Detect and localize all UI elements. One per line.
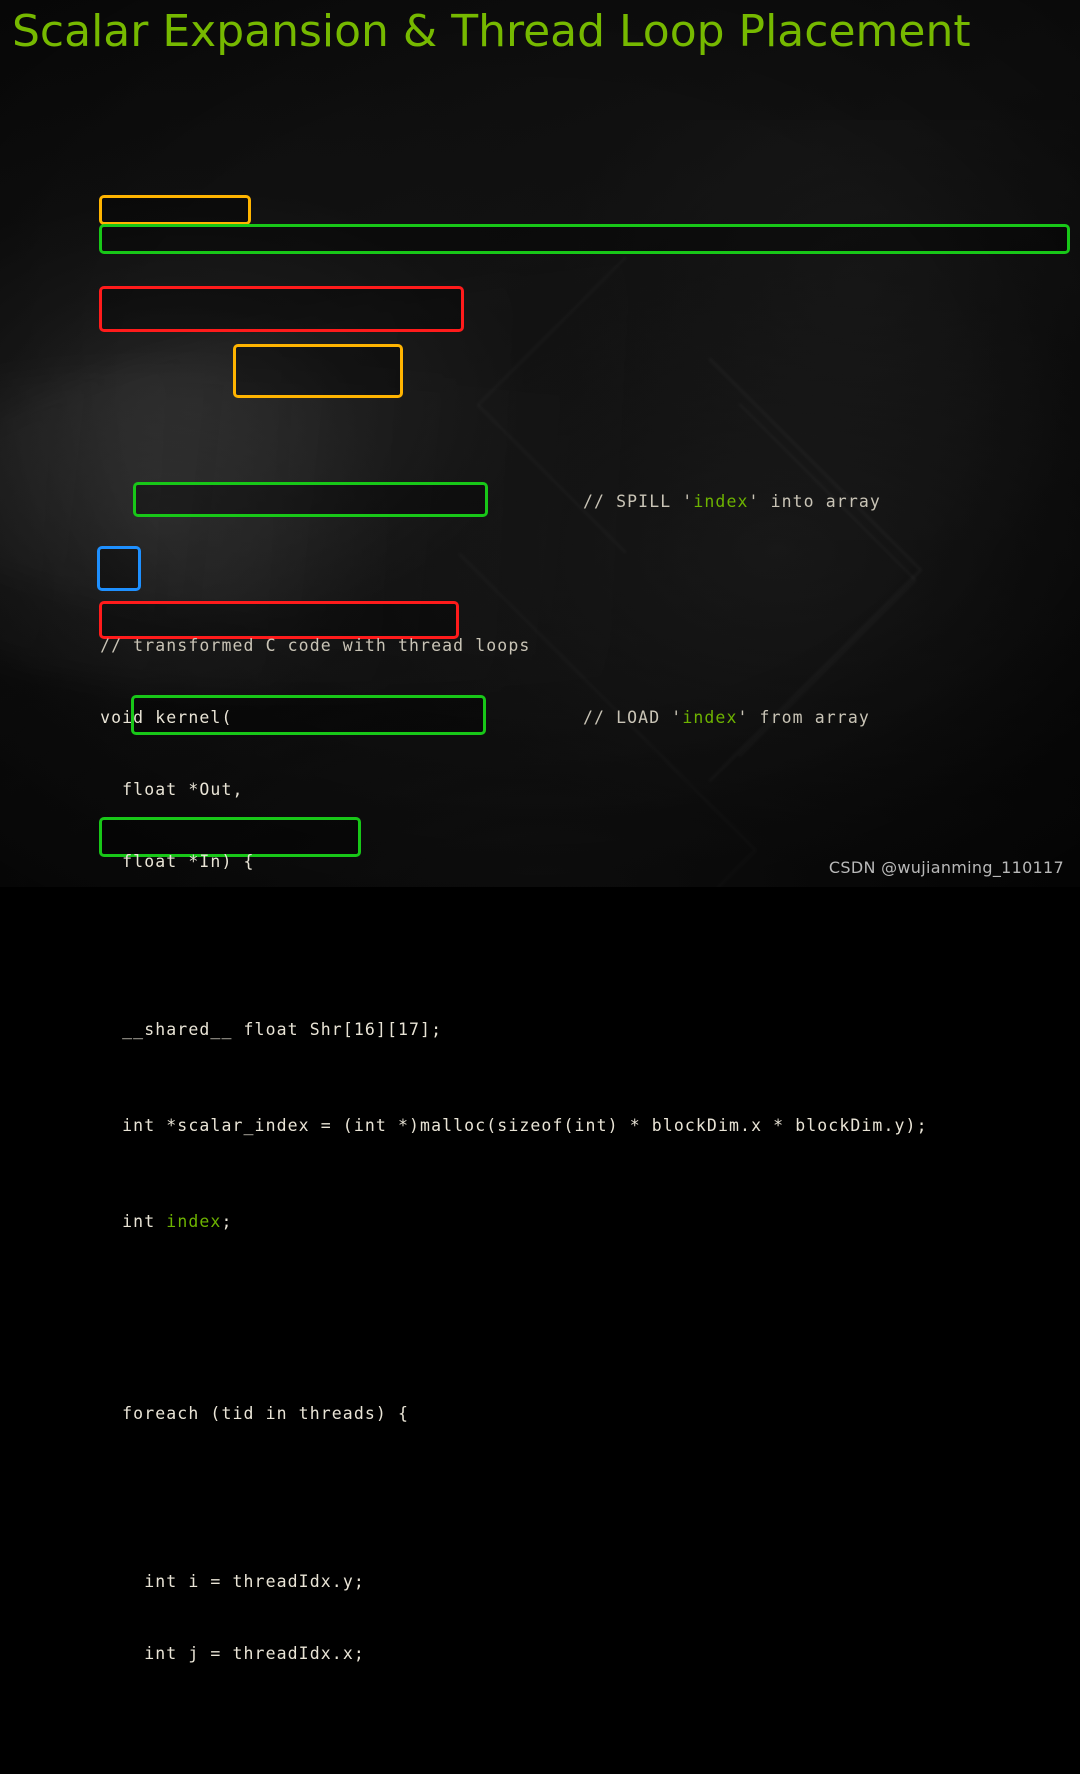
code-token: // transformed C code with thread loops [78,636,531,655]
code-token: foreach (tid in threads) { [78,1404,410,1423]
highlight-malloc-line [99,224,1070,254]
comment-token: index [682,708,738,727]
watermark: CSDN @wujianming_110117 [828,858,1064,877]
code-line: // transformed C code with thread loops [78,634,1078,658]
code-token: int i = [78,1572,233,1591]
highlight-shared-keyword [99,195,251,225]
code-token: index [166,1212,222,1231]
comment-load: // LOAD 'index' from array [583,706,870,730]
code-line: void kernel( [78,706,1078,730]
code-line: float *Out, [78,778,1078,802]
code-token: void kernel( [78,708,233,727]
code-line: __shared__ float Shr[16][17]; [78,1018,1078,1042]
code-token: float Shr[16][17]; [232,1020,443,1039]
code-line: int i = threadIdx.y; [78,1570,1078,1594]
code-line: int j = threadIdx.x; [78,1642,1078,1666]
code-token: int j = [78,1644,233,1663]
comment-token: index [693,492,749,511]
code-line: int index; [78,1210,1078,1234]
code-line: int *scalar_index = (int *)malloc(sizeof… [78,1114,1078,1138]
comment-text: // SPILL ' [583,492,694,511]
highlight-foreach-loop-1 [99,286,464,332]
highlight-spill-store [133,482,488,517]
code-token: ; [221,1212,233,1231]
page-title: Scalar Expansion & Thread Loop Placement [12,6,971,57]
comment-text: ' from array [737,708,870,727]
code-token: threadIdx.y; [232,1572,365,1591]
comment-text: // LOAD ' [583,708,683,727]
code-block: // transformed C code with thread loops … [78,82,1078,1774]
code-line: foreach (tid in threads) { [78,1402,1078,1426]
highlight-commented-syncthreads [97,546,141,591]
code-token: int *scalar_index = (int *)malloc(sizeof… [78,1116,928,1135]
code-token: float *Out, [78,780,244,799]
comment-spill: // SPILL 'index' into array [583,490,881,514]
code-token: threadIdx.x; [232,1644,365,1663]
comment-text: ' into array [748,492,881,511]
highlight-threadidx-assignments [233,344,403,398]
code-token: __shared__ [78,1020,233,1039]
code-token: float *In) { [78,852,255,871]
code-token: int [78,1212,167,1231]
